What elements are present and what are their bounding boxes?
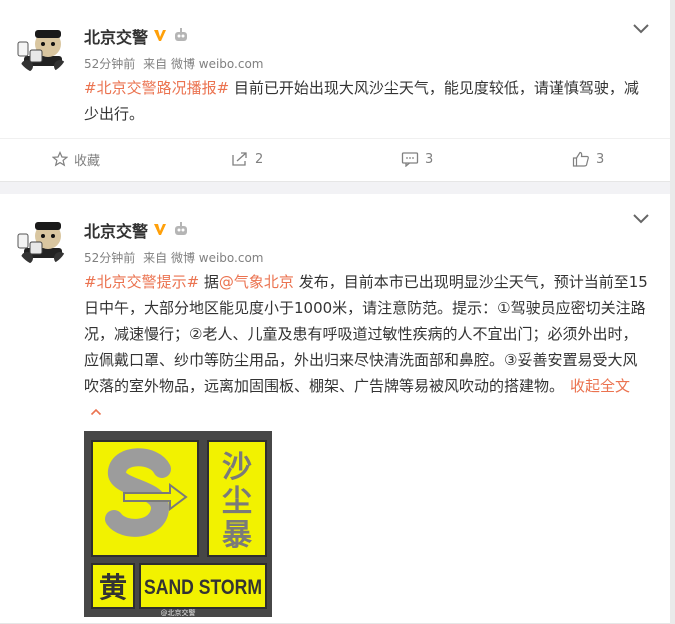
repost-button[interactable]: 2: [231, 139, 263, 179]
robot-icon: [175, 222, 187, 235]
sandstorm-warning-image[interactable]: 沙 尘 暴 黄 SAND STORM @北京交警: [84, 431, 272, 617]
action-bar: 收藏 2 3 3: [0, 138, 670, 178]
feed-gap: [0, 182, 675, 194]
favorite-label: 收藏: [74, 153, 101, 169]
repost-icon: [232, 152, 247, 166]
post-meta: 52分钟前 来自 微博 weibo.com: [84, 55, 264, 72]
avatar[interactable]: [16, 22, 68, 74]
favorite-button[interactable]: 收藏: [52, 139, 100, 179]
warning-level-char: 黄: [99, 571, 127, 604]
hashtag-link[interactable]: #北京交警路况播报#: [84, 79, 229, 97]
image-watermark: @北京交警: [161, 608, 196, 617]
from-label: 来自: [143, 57, 168, 71]
chevron-up-icon: [90, 408, 102, 416]
chevron-down-icon[interactable]: [632, 22, 650, 36]
post-body: 发布，目前本市已出现明显沙尘天气，预计当前至15日中午，大部分地区能见度小于10…: [84, 273, 648, 395]
hashtag-link[interactable]: #北京交警提示#: [84, 273, 199, 291]
verified-badge-icon: [154, 224, 166, 235]
sand-storm-label: SAND STORM: [144, 576, 262, 599]
post-text: #北京交警路况播报# 目前已开始出现大风沙尘天气，能见度较低，请谨慎驾驶，减少出…: [84, 75, 650, 127]
chevron-down-icon[interactable]: [632, 212, 650, 226]
collapse-label: 收起全文: [570, 377, 631, 395]
sign-title-char: 暴: [222, 518, 253, 553]
star-icon: [52, 151, 68, 167]
username[interactable]: 北京交警: [84, 24, 148, 48]
post-text: #北京交警提示# 据@气象北京 发布，目前本市已出现明显沙尘天气，预计当前至15…: [84, 269, 650, 425]
mention-link[interactable]: @气象北京: [219, 273, 294, 291]
avatar[interactable]: [16, 214, 68, 266]
like-button[interactable]: 3: [572, 139, 604, 179]
post-time[interactable]: 52分钟前: [84, 57, 135, 71]
scrollbar-track[interactable]: [670, 0, 675, 624]
weibo-post-2: 北京交警 52分钟前 来自 微博 weibo.com #北京交警提示# 据@气象…: [0, 194, 670, 624]
repost-count: 2: [255, 151, 264, 167]
like-count: 3: [596, 151, 605, 167]
comment-icon: [401, 152, 419, 167]
post-time[interactable]: 52分钟前: [84, 251, 135, 265]
sign-title-char: 尘: [222, 484, 252, 519]
weibo-post-1: 北京交警 52分钟前 来自 微博 weibo.com #北京交警路况播报# 目前…: [0, 0, 670, 182]
username[interactable]: 北京交警: [84, 218, 148, 242]
thumbs-up-icon: [572, 151, 589, 167]
comment-button[interactable]: 3: [401, 139, 433, 179]
sign-title-char: 沙: [222, 450, 252, 485]
robot-icon: [175, 28, 187, 41]
comment-count: 3: [425, 151, 434, 167]
post-source[interactable]: 微博 weibo.com: [171, 57, 264, 71]
from-label: 来自: [143, 251, 168, 265]
post-meta: 52分钟前 来自 微博 weibo.com: [84, 249, 264, 266]
post-body-prefix: 据: [199, 273, 219, 291]
post-source[interactable]: 微博 weibo.com: [171, 251, 264, 265]
verified-badge-icon: [154, 30, 166, 41]
